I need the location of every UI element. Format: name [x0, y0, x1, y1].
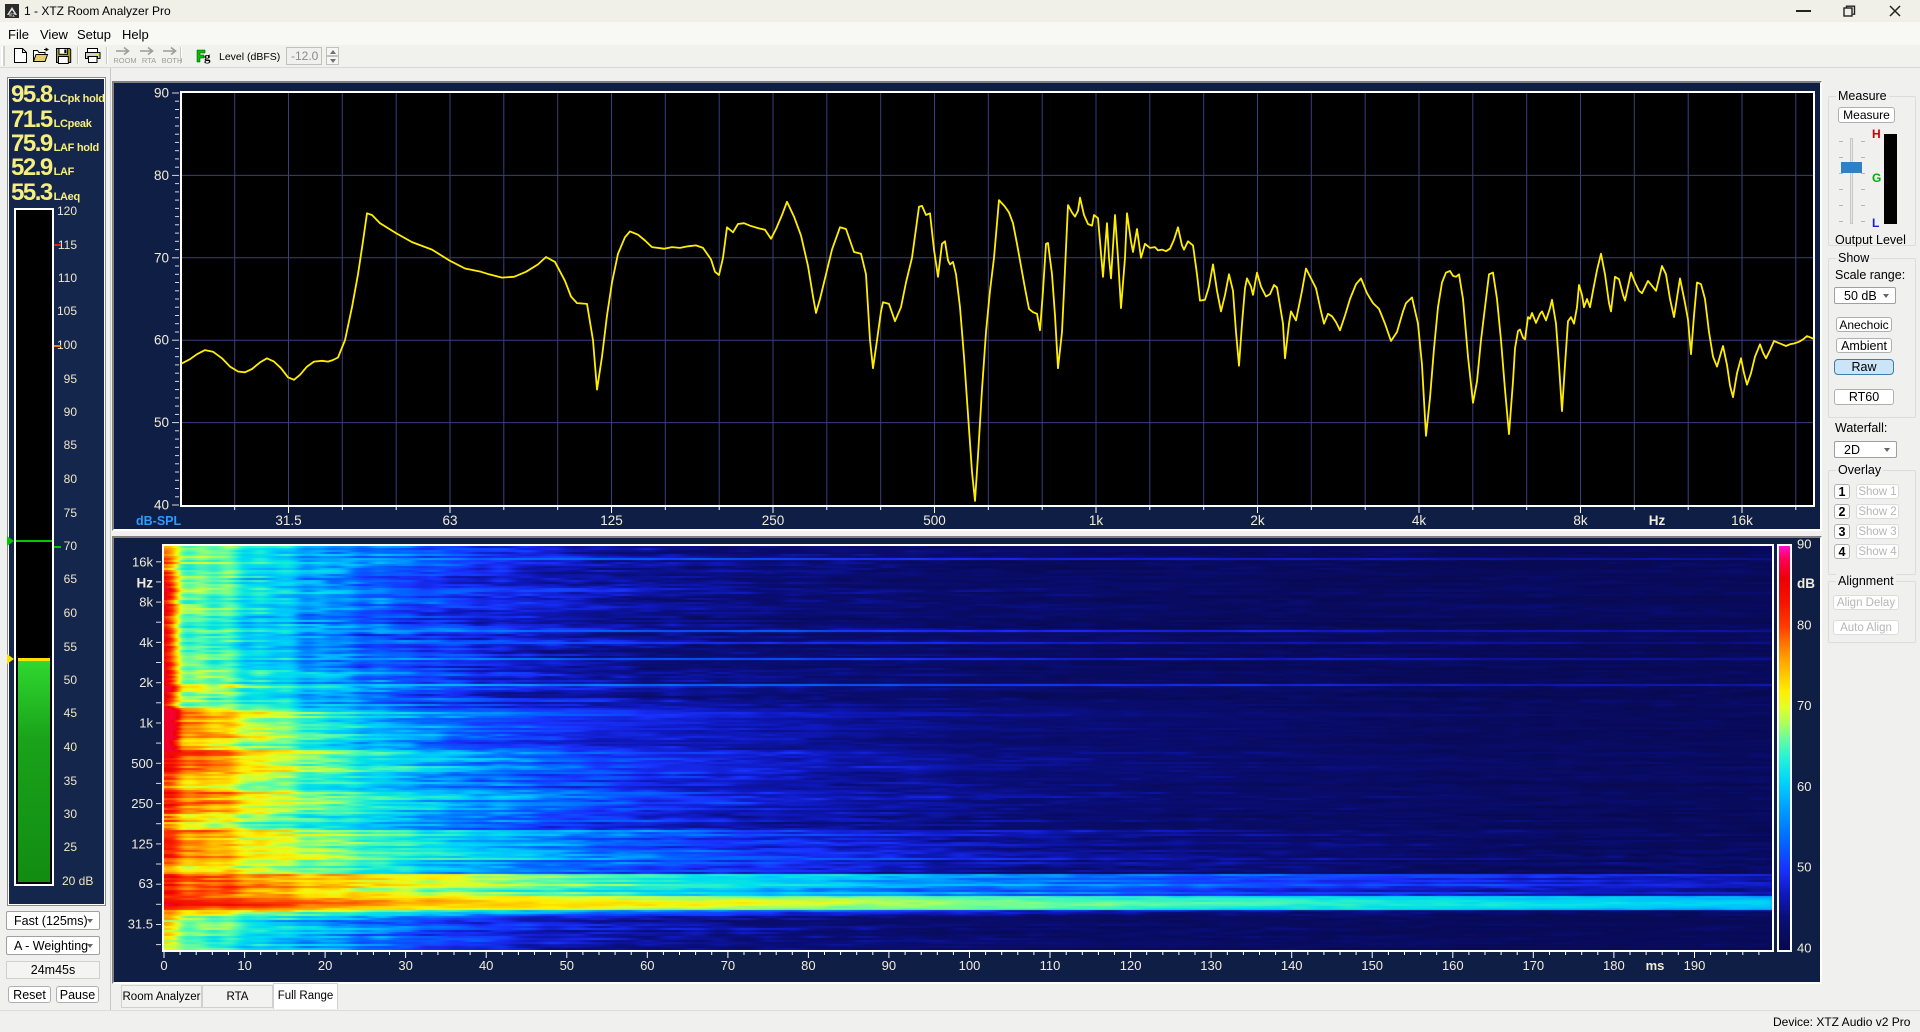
svg-text:63: 63 [442, 513, 457, 528]
svg-text:2k: 2k [1250, 513, 1265, 528]
svg-text:90: 90 [154, 86, 169, 101]
svg-text:63: 63 [139, 876, 153, 891]
svg-text:g: g [204, 49, 211, 64]
svg-text:500: 500 [131, 756, 153, 771]
svg-text:250: 250 [131, 796, 153, 811]
svg-text:70: 70 [721, 958, 735, 973]
svg-text:80: 80 [801, 958, 815, 973]
svg-text:40: 40 [479, 958, 493, 973]
svg-text:90: 90 [882, 958, 896, 973]
svg-text:60: 60 [640, 958, 654, 973]
svg-text:50: 50 [560, 958, 574, 973]
svg-text:90: 90 [1797, 538, 1811, 552]
svg-text:80: 80 [1797, 617, 1811, 632]
svg-text:20: 20 [318, 958, 332, 973]
svg-text:31.5: 31.5 [275, 513, 301, 528]
svg-text:150: 150 [1361, 958, 1383, 973]
svg-text:110: 110 [1040, 958, 1061, 973]
svg-text:10: 10 [237, 958, 251, 973]
svg-text:1k: 1k [1089, 513, 1104, 528]
svg-text:Hz: Hz [1649, 513, 1666, 528]
svg-text:100: 100 [959, 958, 981, 973]
svg-text:125: 125 [600, 513, 623, 528]
svg-text:8k: 8k [1573, 513, 1588, 528]
svg-text:50: 50 [154, 415, 169, 430]
svg-text:70: 70 [1797, 698, 1811, 713]
svg-text:dB-SPL: dB-SPL [136, 514, 182, 528]
svg-text:1k: 1k [139, 716, 153, 731]
svg-text:180: 180 [1603, 958, 1625, 973]
svg-text:Hz: Hz [137, 576, 154, 591]
svg-text:4k: 4k [1412, 513, 1427, 528]
svg-text:8k: 8k [139, 595, 153, 610]
svg-text:dB: dB [1797, 576, 1815, 591]
svg-text:2k: 2k [139, 675, 153, 690]
svg-text:70: 70 [154, 250, 169, 265]
svg-text:140: 140 [1281, 958, 1303, 973]
svg-text:500: 500 [923, 513, 946, 528]
svg-text:120: 120 [1120, 958, 1142, 973]
svg-text:16k: 16k [132, 554, 153, 569]
svg-text:ms: ms [1646, 958, 1665, 973]
svg-text:50: 50 [1797, 860, 1811, 875]
svg-text:40: 40 [1797, 941, 1811, 956]
svg-text:170: 170 [1522, 958, 1544, 973]
svg-text:4k: 4k [139, 635, 153, 650]
svg-text:16k: 16k [1731, 513, 1753, 528]
svg-text:30: 30 [398, 958, 412, 973]
svg-text:190: 190 [1684, 958, 1706, 973]
svg-text:160: 160 [1442, 958, 1464, 973]
svg-text:60: 60 [1797, 779, 1811, 794]
svg-text:40: 40 [154, 498, 169, 513]
svg-text:130: 130 [1200, 958, 1222, 973]
svg-text:60: 60 [154, 333, 169, 348]
svg-text:80: 80 [154, 168, 169, 183]
svg-text:31.5: 31.5 [128, 917, 153, 932]
svg-text:250: 250 [762, 513, 785, 528]
svg-text:125: 125 [131, 836, 153, 851]
svg-text:0: 0 [160, 958, 167, 973]
svg-text:xtz: xtz [9, 13, 16, 19]
